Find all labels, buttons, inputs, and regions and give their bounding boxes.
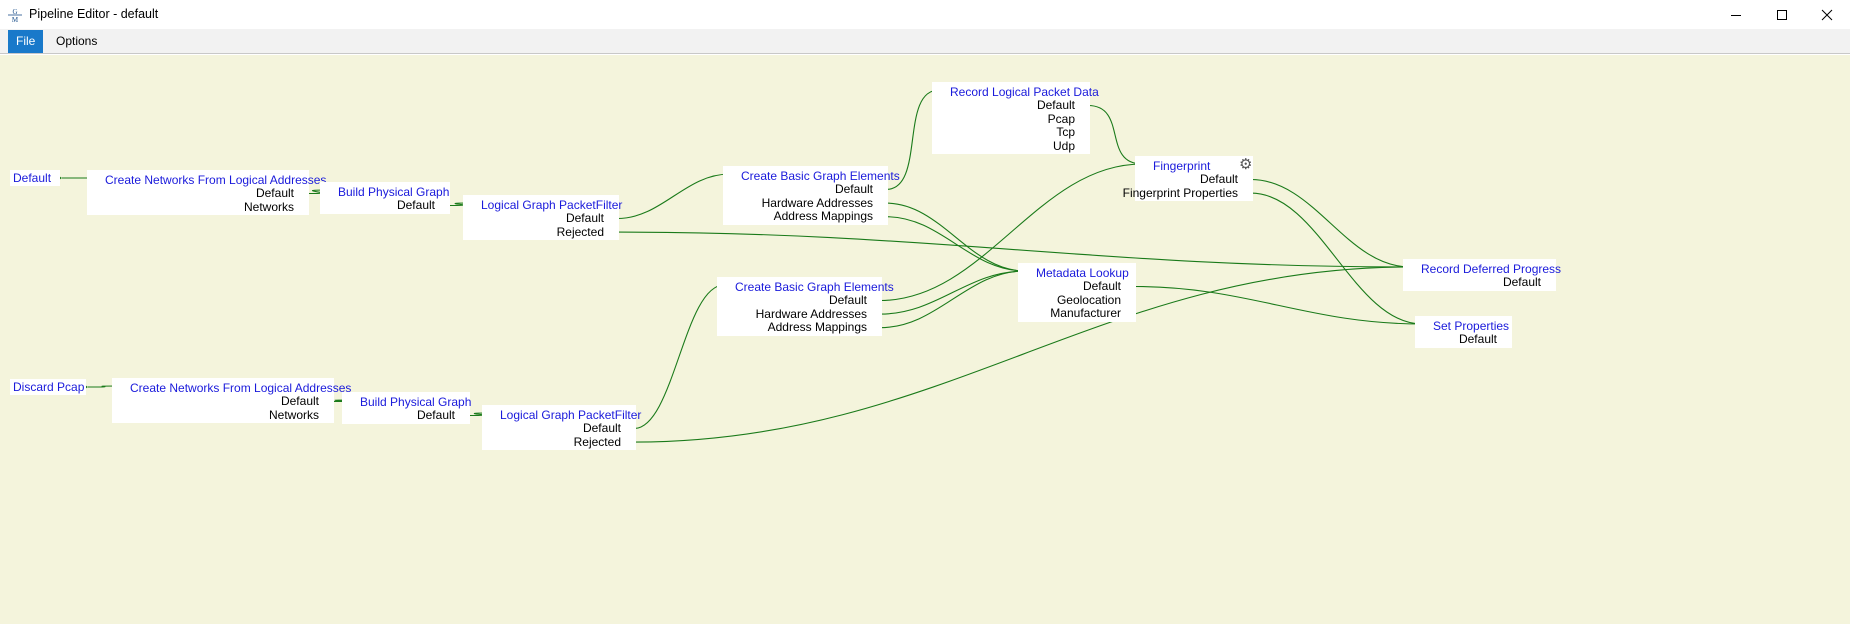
node-create-basic-graph-elements[interactable]: Create Basic Graph Elements Default Hardwa… (723, 166, 900, 225)
node-title[interactable]: Create Networks From Logical Addresses (105, 173, 326, 187)
output-label-default: Default (255, 186, 294, 200)
output-label-default: Default (565, 211, 604, 225)
output-label-default: Default (396, 198, 435, 212)
node-title[interactable]: Logical Graph PacketFilter (481, 198, 622, 212)
node-title[interactable]: Logical Graph PacketFilter (500, 408, 641, 422)
gear-icon[interactable]: ⚙ (1239, 155, 1252, 173)
menu-options[interactable]: Options (48, 30, 105, 53)
output-label-tcp: Tcp (1056, 125, 1075, 140)
connection-wire[interactable] (1250, 192, 1423, 325)
title-bar: G M Pipeline Editor - default (0, 0, 1850, 29)
close-button[interactable] (1804, 0, 1850, 29)
node-record-deferred-progress[interactable]: Record Deferred Progress Default (1403, 259, 1561, 291)
connection-wire[interactable] (616, 231, 1411, 268)
output-label-default: Default (834, 182, 873, 196)
output-label-networks: Networks (243, 199, 294, 214)
source-label: Discard Pcap (13, 380, 85, 394)
minimize-icon (1731, 14, 1741, 16)
connection-wire[interactable] (885, 216, 1026, 272)
close-icon (1821, 9, 1833, 20)
source-label: Default (13, 171, 52, 185)
connection-wire[interactable] (1250, 178, 1411, 268)
output-label-default: Default (1082, 279, 1121, 293)
gm-app-icon: G M (6, 6, 24, 24)
node-title[interactable]: Build Physical Graph (360, 395, 471, 409)
window-title: Pipeline Editor - default (29, 7, 159, 21)
node-logical-graph-packetfilter[interactable]: Logical Graph PacketFilter Default Rejecte… (463, 195, 622, 241)
output-label-address-mappings: Address Mappings (767, 320, 867, 335)
menu-bar: File Options (0, 29, 1850, 54)
node-title[interactable]: Build Physical Graph (338, 185, 449, 199)
node-create-networks-from-logical-addresses[interactable]: Create Networks From Logical Addresses De… (112, 378, 351, 424)
node-title[interactable]: Fingerprint (1153, 159, 1210, 173)
pipeline-canvas[interactable]: Default Discard Pcap Create Networks From … (0, 55, 1850, 624)
node-fingerprint[interactable]: Fingerprint Default Fingerprint Properties… (1123, 155, 1253, 202)
output-label-default: Default (582, 421, 621, 435)
output-label-default: Default (1502, 275, 1541, 289)
node-build-physical-graph[interactable]: Build Physical Graph Default (342, 392, 471, 424)
connection-wire[interactable] (879, 270, 1026, 329)
connection-wire[interactable] (616, 173, 731, 220)
output-label-hardware-addresses: Hardware Addresses (761, 195, 873, 210)
output-label-default: Default (828, 293, 867, 307)
node-record-logical-packet-data[interactable]: Record Logical Packet Data Default Pcap Tcp… (932, 82, 1099, 155)
node-title[interactable]: Create Networks From Logical Addresses (130, 381, 351, 395)
node-title[interactable]: Create Basic Graph Elements (741, 169, 900, 183)
node-create-networks-from-logical-addresses[interactable]: Create Networks From Logical Addresses De… (87, 170, 326, 216)
node-create-basic-graph-elements[interactable]: Create Basic Graph Elements Default Hardwa… (717, 277, 894, 336)
node-logical-graph-packetfilter[interactable]: Logical Graph PacketFilter Default Rejecte… (482, 405, 641, 451)
maximize-icon (1777, 9, 1787, 20)
output-label-udp: Udp (1052, 138, 1075, 153)
source-discard-pcap[interactable]: Discard Pcap (10, 379, 86, 395)
node-title[interactable]: Create Basic Graph Elements (735, 280, 894, 294)
output-label-rejected: Rejected (556, 224, 604, 239)
output-label-networks: Networks (268, 407, 319, 422)
output-label-default: Default (1199, 172, 1238, 186)
node-build-physical-graph[interactable]: Build Physical Graph Default (320, 182, 450, 214)
node-metadata-lookup[interactable]: Metadata Lookup Default Geolocation Manufac… (1018, 263, 1136, 322)
node-title[interactable]: Record Deferred Progress (1421, 262, 1561, 276)
output-label-address-mappings: Address Mappings (773, 209, 873, 224)
menu-file[interactable]: File (8, 30, 44, 53)
connection-wire[interactable] (885, 202, 1026, 272)
output-label-default: Default (1458, 332, 1497, 346)
connection-layer (54, 85, 1554, 448)
node-title[interactable]: Record Logical Packet Data (950, 85, 1099, 99)
output-label-default: Default (1036, 98, 1075, 112)
output-label-default: Default (280, 394, 319, 408)
connection-wire[interactable] (633, 284, 725, 430)
source-default[interactable]: Default (10, 170, 60, 186)
connection-wire[interactable] (1087, 104, 1143, 165)
node-title[interactable]: Set Properties (1433, 319, 1509, 333)
output-label-geolocation: Geolocation (1056, 292, 1121, 307)
node-title[interactable]: Metadata Lookup (1036, 266, 1129, 280)
node-set-properties[interactable]: Set Properties Default (1415, 316, 1512, 348)
maximize-button[interactable] (1759, 0, 1805, 29)
svg-text:M: M (12, 16, 19, 24)
output-label-manufacturer: Manufacturer (1050, 306, 1121, 321)
output-label-default: Default (416, 408, 455, 422)
minimize-button[interactable] (1713, 0, 1759, 29)
output-label-fingerprint-properties: Fingerprint Properties (1122, 185, 1238, 200)
output-label-hardware-addresses: Hardware Addresses (755, 306, 867, 321)
output-label-rejected: Rejected (573, 434, 621, 449)
output-label-pcap: Pcap (1047, 111, 1075, 126)
